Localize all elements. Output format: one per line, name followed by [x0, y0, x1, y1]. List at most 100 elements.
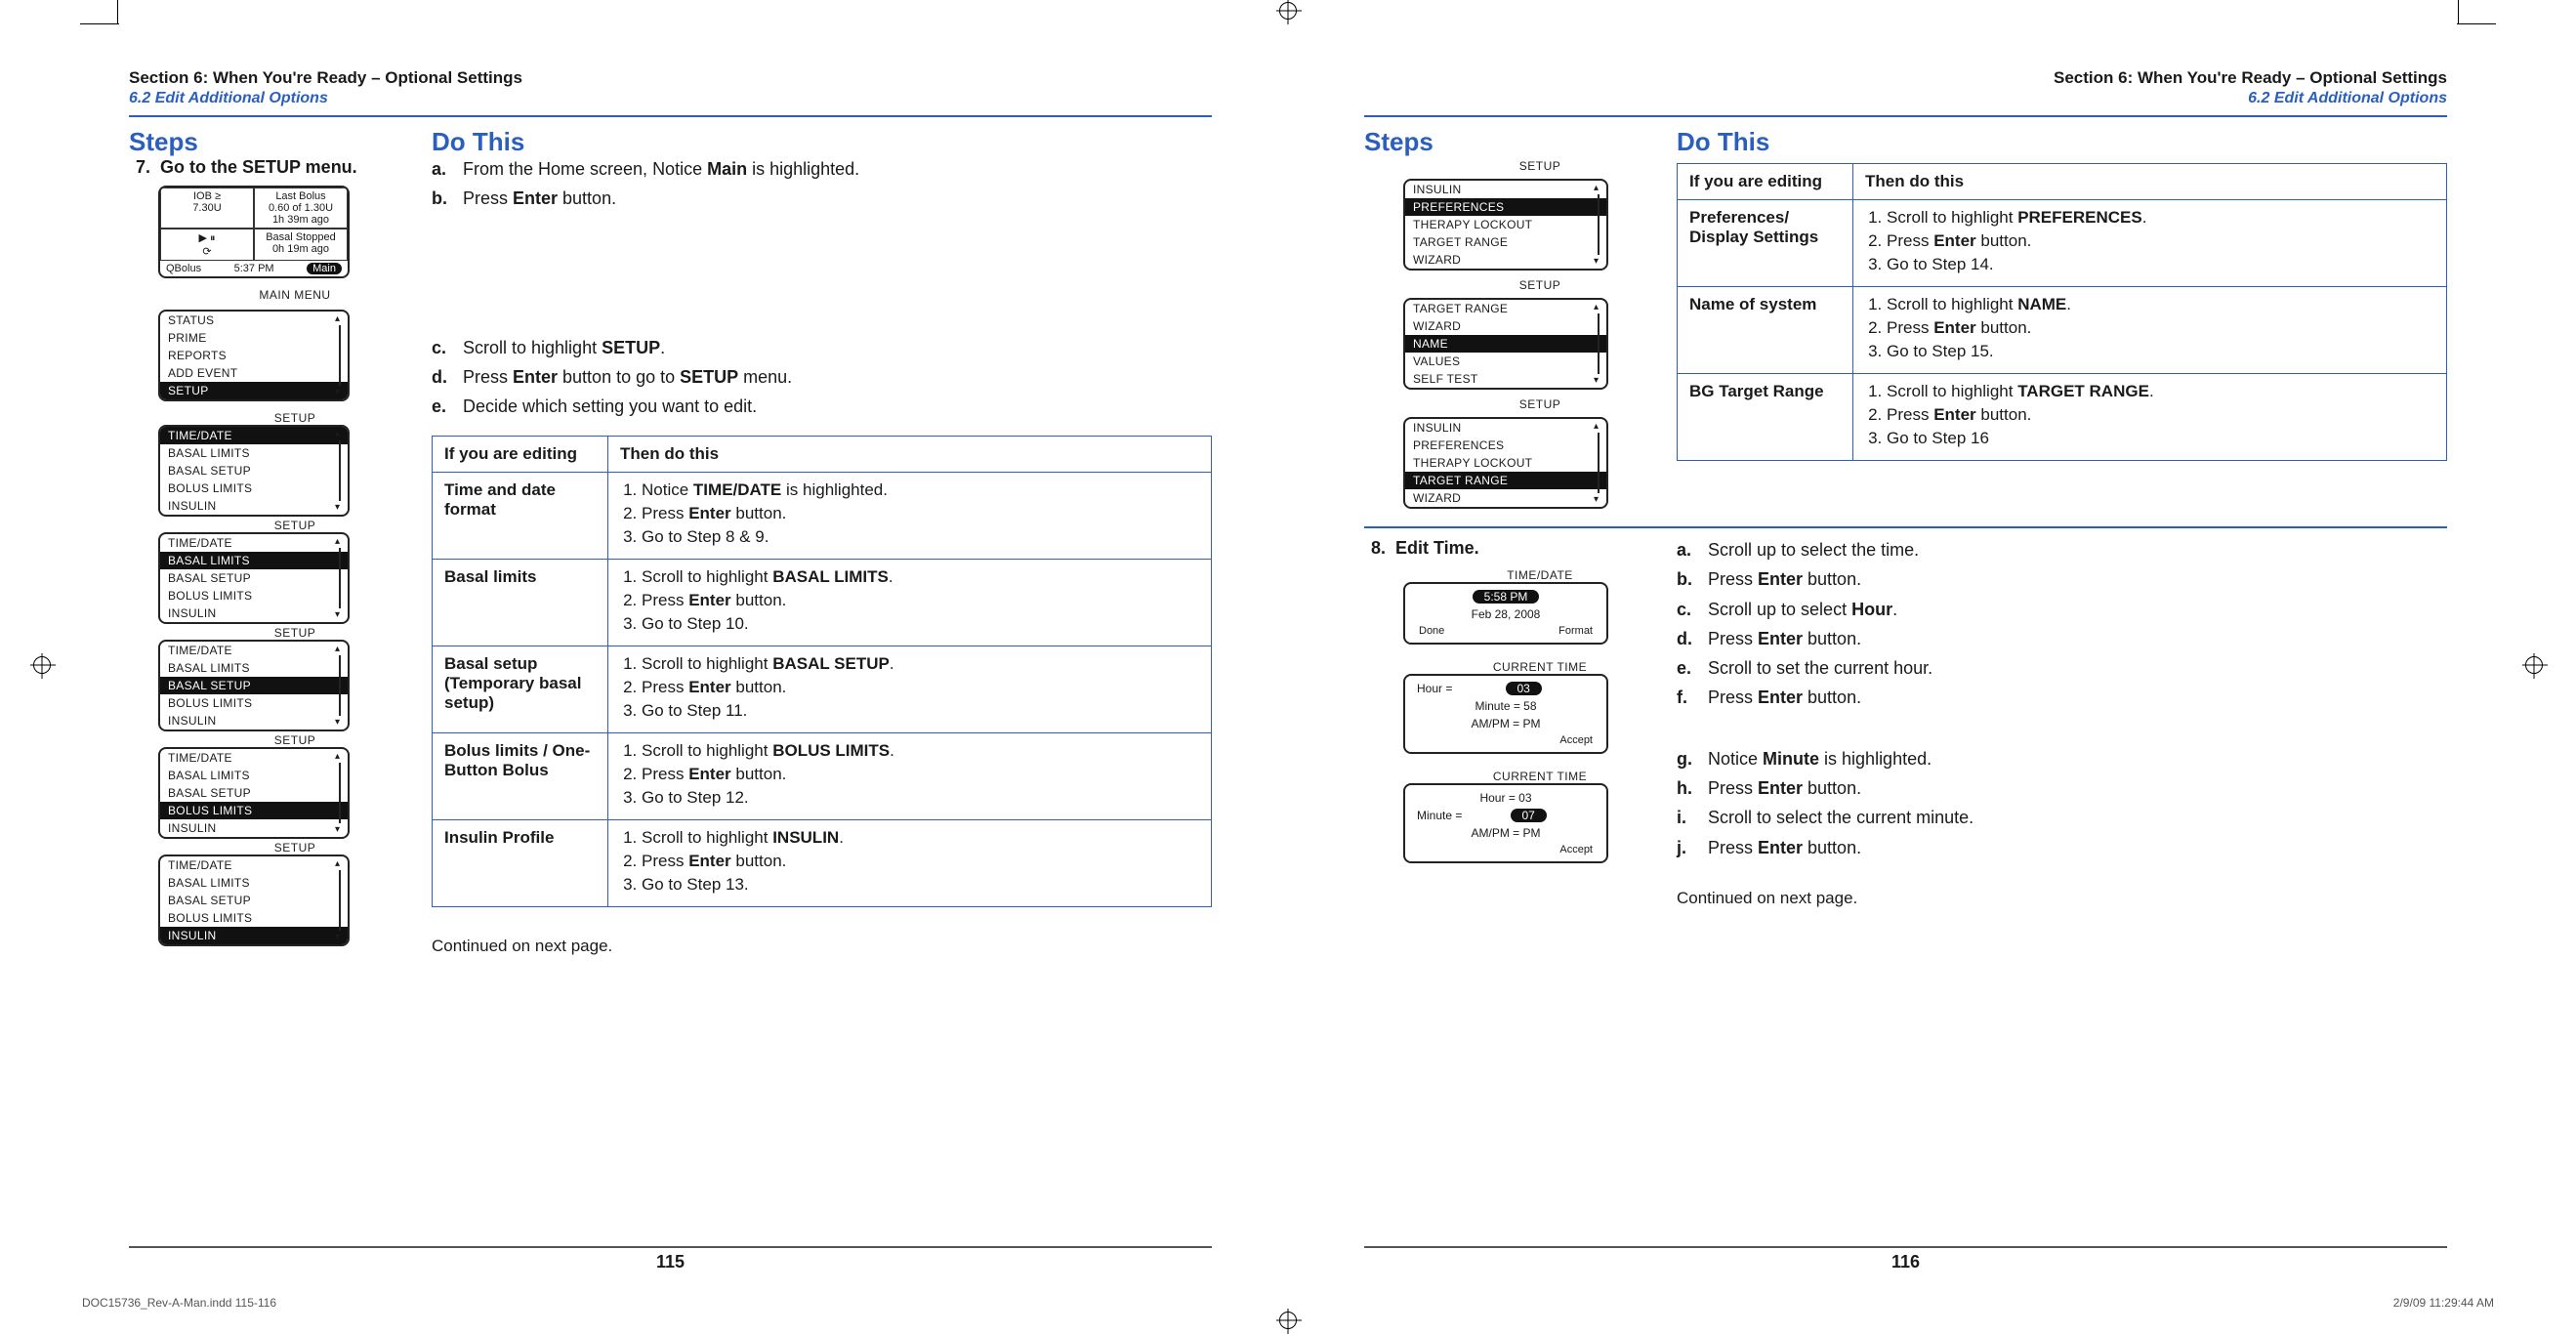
instructions-a-b: a.From the Home screen, Notice Main is h…	[432, 157, 1212, 211]
steps-heading: Steps	[1364, 127, 1677, 157]
instructions-g-j: g.Notice Minute is highlighted.h.Press E…	[1677, 747, 2447, 859]
device-setup-menu: TARGET RANGEWIZARDNAMEVALUESSELF TEST	[1403, 298, 1608, 390]
table-row: Bolus limits / One-Button BolusScroll to…	[433, 733, 1212, 820]
device-setup-menu: TIME/DATEBASAL LIMITSBASAL SETUPBOLUS LI…	[158, 747, 350, 839]
menu-item: TARGET RANGE	[1405, 300, 1606, 317]
menu-item: WIZARD	[1405, 317, 1606, 335]
menu-item: TIME/DATE	[160, 534, 348, 552]
menu-item: VALUES	[1405, 353, 1606, 370]
column-headers: Steps Do This	[1364, 127, 2447, 157]
running-head-left: Section 6: When You're Ready – Optional …	[129, 68, 1212, 107]
menu-item: BASAL LIMITS	[160, 659, 348, 677]
menu-item: INSULIN	[160, 927, 348, 944]
menu-item: INSULIN	[1405, 181, 1606, 198]
crop-mark	[117, 0, 118, 23]
setup-label: SETUP	[1403, 157, 1677, 173]
instruction-item: a.Scroll up to select the time.	[1677, 538, 2447, 562]
divider	[1364, 526, 2447, 528]
table-row: Basal setup (Temporary basal setup)Scrol…	[433, 646, 1212, 733]
steps-heading: Steps	[129, 127, 432, 157]
divider	[129, 115, 1212, 117]
menu-item: BOLUS LIMITS	[160, 479, 348, 497]
menu-item: WIZARD	[1405, 251, 1606, 269]
registration-mark-icon	[33, 656, 51, 674]
column-headers: Steps Do This	[129, 127, 1212, 157]
section-subtitle: 6.2 Edit Additional Options	[1364, 90, 2447, 107]
device-setup-menu: TIME/DATEBASAL LIMITSBASAL SETUPBOLUS LI…	[158, 640, 350, 731]
menu-item: PREFERENCES	[1405, 437, 1606, 454]
scroll-indicator-icon	[1595, 185, 1602, 265]
device-setup-menu: TIME/DATEBASAL LIMITSBASAL SETUPBOLUS LI…	[158, 532, 350, 624]
table-row: Basal limitsScroll to highlight BASAL LI…	[433, 560, 1212, 646]
page-footer: 116	[1364, 1246, 2447, 1272]
crop-mark	[80, 23, 119, 24]
footer-meta: DOC15736_Rev-A-Man.indd 115-116 2/9/09 1…	[82, 1296, 2494, 1310]
instruction-item: d.Press Enter button to go to SETUP menu…	[432, 365, 1212, 389]
device-home-screen: IOB ≥7.30U Last Bolus0.60 of 1.30U1h 39m…	[158, 186, 350, 278]
do-this-heading: Do This	[432, 127, 524, 157]
device-time-date: 5:58 PM Feb 28, 2008 DoneFormat	[1403, 582, 1608, 645]
menu-item: NAME	[1405, 335, 1606, 353]
menu-item: BASAL LIMITS	[160, 444, 348, 462]
instruction-item: e.Scroll to set the current hour.	[1677, 656, 2447, 680]
crop-mark	[2457, 23, 2496, 24]
table-row: Preferences/ Display SettingsScroll to h…	[1678, 200, 2447, 287]
time-date-label: TIME/DATE	[1403, 566, 1677, 582]
section-subtitle: 6.2 Edit Additional Options	[129, 90, 1212, 107]
menu-item: TIME/DATE	[160, 749, 348, 767]
menu-item: SELF TEST	[1405, 370, 1606, 388]
scroll-indicator-icon	[336, 431, 344, 511]
instruction-item: b.Press Enter button.	[432, 187, 1212, 210]
menu-item: BOLUS LIMITS	[160, 909, 348, 927]
menu-item: BASAL LIMITS	[160, 874, 348, 892]
setup-label: SETUP	[158, 624, 432, 640]
step-7-label: 7. Go to the SETUP menu.	[129, 157, 432, 178]
table-row: BG Target RangeScroll to highlight TARGE…	[1678, 374, 2447, 461]
instruction-item: g.Notice Minute is highlighted.	[1677, 747, 2447, 771]
instruction-item: f.Press Enter button.	[1677, 686, 2447, 709]
menu-item: TIME/DATE	[160, 427, 348, 444]
instruction-item: j.Press Enter button.	[1677, 836, 2447, 859]
menu-item: INSULIN	[160, 819, 348, 837]
section-title: Section 6: When You're Ready – Optional …	[129, 68, 1212, 88]
instructions-c-e: c.Scroll to highlight SETUP.d.Press Ente…	[432, 336, 1212, 419]
instruction-item: e.Decide which setting you want to edit.	[432, 395, 1212, 418]
menu-item: BOLUS LIMITS	[160, 802, 348, 819]
device-setup-menu: INSULINPREFERENCESTHERAPY LOCKOUTTARGET …	[1403, 417, 1608, 509]
setup-label: SETUP	[158, 409, 432, 425]
scroll-indicator-icon	[336, 753, 344, 833]
setup-label: SETUP	[158, 517, 432, 532]
crop-mark	[2458, 0, 2459, 23]
edit-table-right: If you are editing Then do this Preferen…	[1677, 163, 2447, 461]
scroll-indicator-icon	[1595, 423, 1602, 503]
section-title: Section 6: When You're Ready – Optional …	[1364, 68, 2447, 88]
scroll-indicator-icon	[336, 315, 344, 396]
menu-item: BASAL SETUP	[160, 569, 348, 587]
current-time-label: CURRENT TIME	[1403, 768, 1677, 783]
setup-label: SETUP	[158, 731, 432, 747]
device-setup-menu: INSULINPREFERENCESTHERAPY LOCKOUTTARGET …	[1403, 179, 1608, 271]
menu-item: INSULIN	[160, 497, 348, 515]
device-setup-menu: TIME/DATEBASAL LIMITSBASAL SETUPBOLUS LI…	[158, 425, 350, 517]
paper-spread: Section 6: When You're Ready – Optional …	[0, 0, 2576, 1331]
device-current-time-hour: Hour =03 Minute = 58 AM/PM = PM Accept	[1403, 674, 1608, 754]
instruction-item: d.Press Enter button.	[1677, 627, 2447, 650]
menu-item: TARGET RANGE	[1405, 233, 1606, 251]
scroll-indicator-icon	[336, 538, 344, 618]
menu-item: BASAL LIMITS	[160, 552, 348, 569]
instruction-item: a.From the Home screen, Notice Main is h…	[432, 157, 1212, 181]
continued-text: Continued on next page.	[432, 937, 1212, 956]
page-footer: 115	[129, 1246, 1212, 1272]
menu-item: TARGET RANGE	[1405, 472, 1606, 489]
table-row: Insulin ProfileScroll to highlight INSUL…	[433, 820, 1212, 907]
menu-item: PREFERENCES	[1405, 198, 1606, 216]
instruction-item: c.Scroll up to select Hour.	[1677, 598, 2447, 621]
scroll-indicator-icon	[336, 646, 344, 726]
registration-mark-icon	[2525, 656, 2543, 674]
file-slug: DOC15736_Rev-A-Man.indd 115-116	[82, 1296, 276, 1310]
menu-item: BASAL SETUP	[160, 784, 348, 802]
running-head-right: Section 6: When You're Ready – Optional …	[1364, 68, 2447, 107]
menu-item: BASAL LIMITS	[160, 767, 348, 784]
registration-mark-icon	[1279, 2, 1297, 20]
page-number: 116	[1364, 1252, 2447, 1272]
